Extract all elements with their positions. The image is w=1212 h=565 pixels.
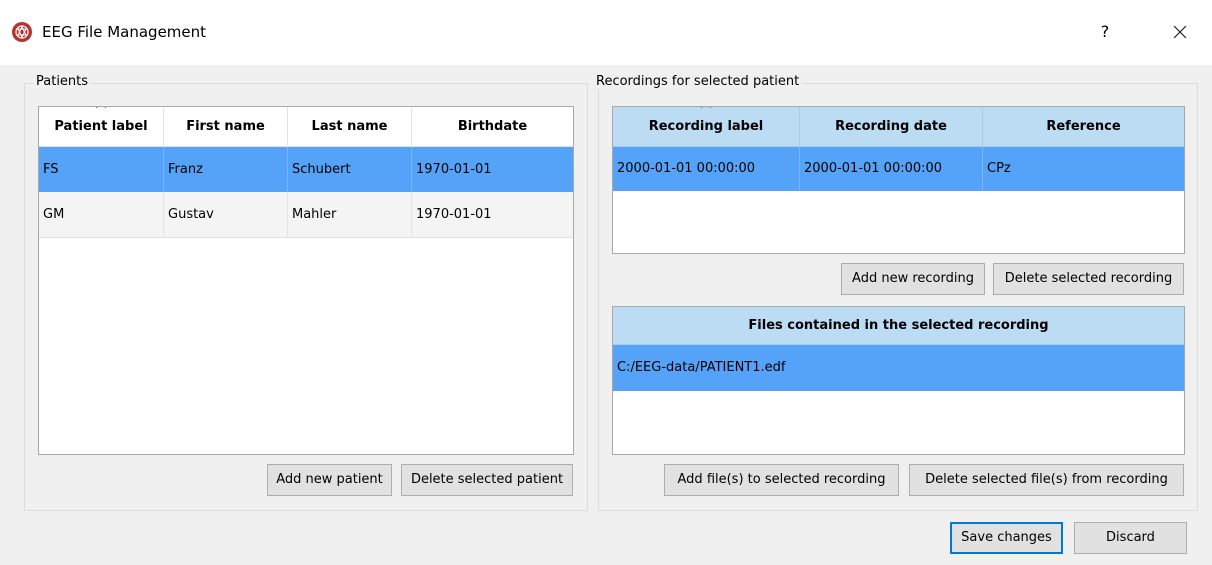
add-recording-button[interactable]: Add new recording: [841, 263, 985, 295]
close-button[interactable]: [1160, 17, 1200, 47]
table-row[interactable]: C:/EEG-data/PATIENT1.edf: [613, 345, 1184, 391]
table-row[interactable]: 2000-01-01 00:00:00 2000-01-01 00:00:00 …: [613, 147, 1184, 191]
cell-last-name: Mahler: [288, 192, 412, 237]
cell-first-name: Franz: [164, 147, 288, 191]
add-files-button[interactable]: Add file(s) to selected recording: [664, 464, 899, 496]
column-header-recording-date[interactable]: Recording date: [800, 107, 983, 146]
files-table[interactable]: Files contained in the selected recordin…: [612, 306, 1185, 455]
column-header-first-name[interactable]: First name: [164, 107, 288, 146]
column-header-last-name[interactable]: Last name: [288, 107, 412, 146]
delete-patient-button[interactable]: Delete selected patient: [401, 464, 573, 496]
discard-button[interactable]: Discard: [1074, 522, 1187, 554]
delete-files-button[interactable]: Delete selected file(s) from recording: [909, 464, 1184, 496]
sort-ascending-icon: [700, 107, 712, 109]
cell-birthdate: 1970-01-01: [416, 207, 492, 222]
table-row[interactable]: GM Gustav Mahler 1970-01-01: [39, 192, 573, 238]
cell-patient-label: GM: [39, 192, 164, 237]
column-header-patient-label[interactable]: Patient label: [39, 107, 164, 146]
files-table-header: Files contained in the selected recordin…: [613, 307, 1184, 345]
sort-ascending-icon: [95, 107, 107, 109]
patients-group-title: Patients: [33, 74, 92, 89]
cell-recording-label: 2000-01-01 00:00:00: [613, 147, 800, 190]
cell-file-path: C:/EEG-data/PATIENT1.edf: [617, 360, 786, 375]
column-header-birthdate[interactable]: Birthdate: [412, 107, 573, 146]
column-header-reference[interactable]: Reference: [983, 107, 1184, 146]
column-header-recording-label[interactable]: Recording label: [613, 107, 800, 146]
cell-recording-date: 2000-01-01 00:00:00: [800, 147, 983, 190]
cell-last-name: Schubert: [288, 147, 412, 191]
save-changes-button[interactable]: Save changes: [950, 522, 1063, 554]
patients-table-header: Patient label First name Last name Birth…: [39, 107, 573, 147]
close-icon: [1173, 25, 1187, 39]
column-header-files[interactable]: Files contained in the selected recordin…: [613, 307, 1184, 344]
window-title: EEG File Management: [42, 23, 207, 41]
table-row[interactable]: FS Franz Schubert 1970-01-01: [39, 147, 573, 192]
cell-patient-label: FS: [39, 147, 164, 191]
help-button[interactable]: ?: [1090, 17, 1120, 47]
add-patient-button[interactable]: Add new patient: [267, 464, 392, 496]
patients-table[interactable]: Patient label First name Last name Birth…: [38, 106, 574, 455]
eeg-app-icon: [12, 22, 32, 42]
cell-birthdate: 1970-01-01: [416, 162, 492, 177]
cell-first-name: Gustav: [164, 192, 288, 237]
delete-recording-button[interactable]: Delete selected recording: [993, 263, 1184, 295]
recordings-table-header: Recording label Recording date Reference: [613, 107, 1184, 147]
recordings-group-title: Recordings for selected patient: [593, 74, 803, 89]
cell-reference: CPz: [987, 161, 1011, 176]
title-bar: EEG File Management ?: [0, 0, 1212, 65]
recordings-table[interactable]: Recording label Recording date Reference…: [612, 106, 1185, 254]
